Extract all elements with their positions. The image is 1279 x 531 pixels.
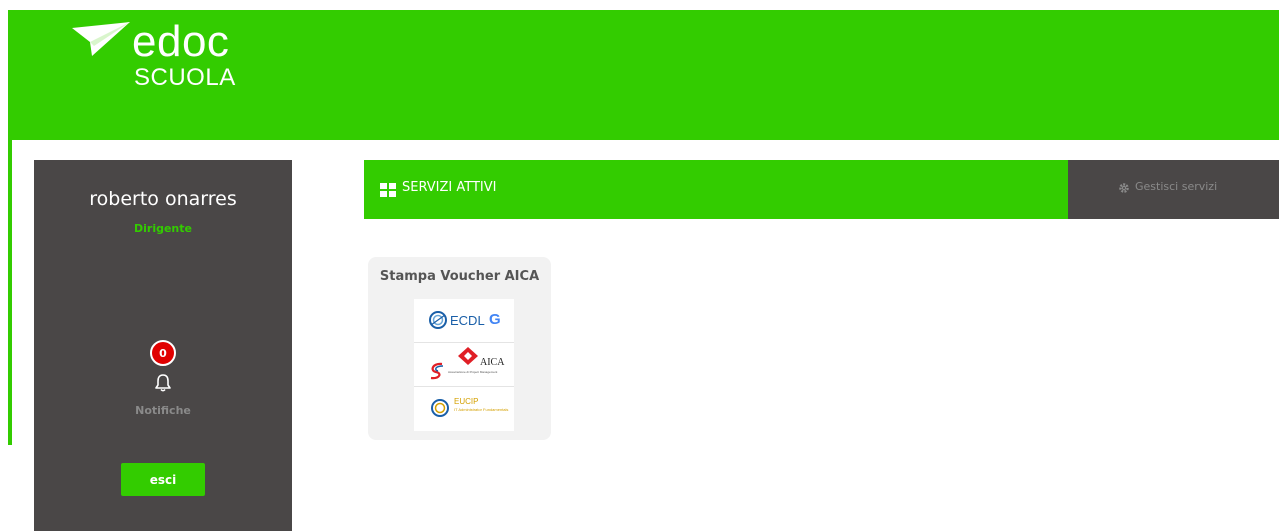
notification-count-badge[interactable]: 0 bbox=[150, 340, 176, 366]
aica-logo-text: AICA bbox=[480, 357, 505, 368]
eucip-ring-icon bbox=[431, 399, 449, 417]
manage-services-label: Gestisci servizi bbox=[1135, 180, 1218, 193]
swirl-icon bbox=[430, 362, 444, 380]
user-role: Dirigente bbox=[134, 222, 192, 235]
paper-plane-icon bbox=[72, 22, 130, 56]
logo-scuola-text: SCUOLA bbox=[134, 64, 236, 91]
user-sidebar: roberto onarres Dirigente 0 Notifiche es… bbox=[34, 160, 292, 531]
service-card-voucher-aica[interactable]: Stampa Voucher AICA ECDL G AICA Associaz… bbox=[368, 257, 551, 440]
eucip-logo: EUCIP IT Administrator Fundamentals bbox=[414, 387, 514, 430]
service-card-logos: ECDL G AICA Associazione di Project Mana… bbox=[414, 299, 514, 431]
gear-icon bbox=[1119, 183, 1129, 193]
left-accent-stripe bbox=[8, 140, 12, 445]
grid-icon bbox=[380, 183, 396, 197]
ecdl-ring-icon bbox=[429, 311, 447, 329]
user-name: roberto onarres bbox=[89, 188, 237, 210]
bell-icon[interactable] bbox=[155, 374, 171, 392]
logout-button[interactable]: esci bbox=[121, 463, 205, 496]
notifications-label[interactable]: Notifiche bbox=[34, 404, 292, 417]
service-card-title: Stampa Voucher AICA bbox=[379, 269, 540, 284]
ecdl-logo: ECDL G bbox=[414, 299, 514, 343]
eucip-logo-subtext: IT Administrator Fundamentals bbox=[454, 407, 509, 412]
page: edoc SCUOLA roberto onarres Dirigente 0 … bbox=[0, 0, 1279, 531]
active-services-header: SERVIZI ATTIVI bbox=[364, 160, 1068, 219]
logo-edoc-text: edoc bbox=[132, 17, 230, 66]
aica-logo: AICA Associazione di Project Management bbox=[414, 343, 514, 387]
eucip-logo-text: EUCIP bbox=[454, 397, 479, 406]
manage-services-button[interactable]: Gestisci servizi bbox=[1068, 160, 1279, 219]
google-g-mark: G bbox=[489, 311, 501, 328]
edoc-scuola-logo[interactable]: edoc SCUOLA bbox=[72, 14, 272, 94]
active-services-title: SERVIZI ATTIVI bbox=[402, 180, 497, 195]
aica-diamond-icon bbox=[458, 347, 478, 365]
aica-logo-subtext: Associazione di Project Management bbox=[448, 370, 498, 374]
ecdl-logo-text: ECDL bbox=[450, 313, 485, 328]
